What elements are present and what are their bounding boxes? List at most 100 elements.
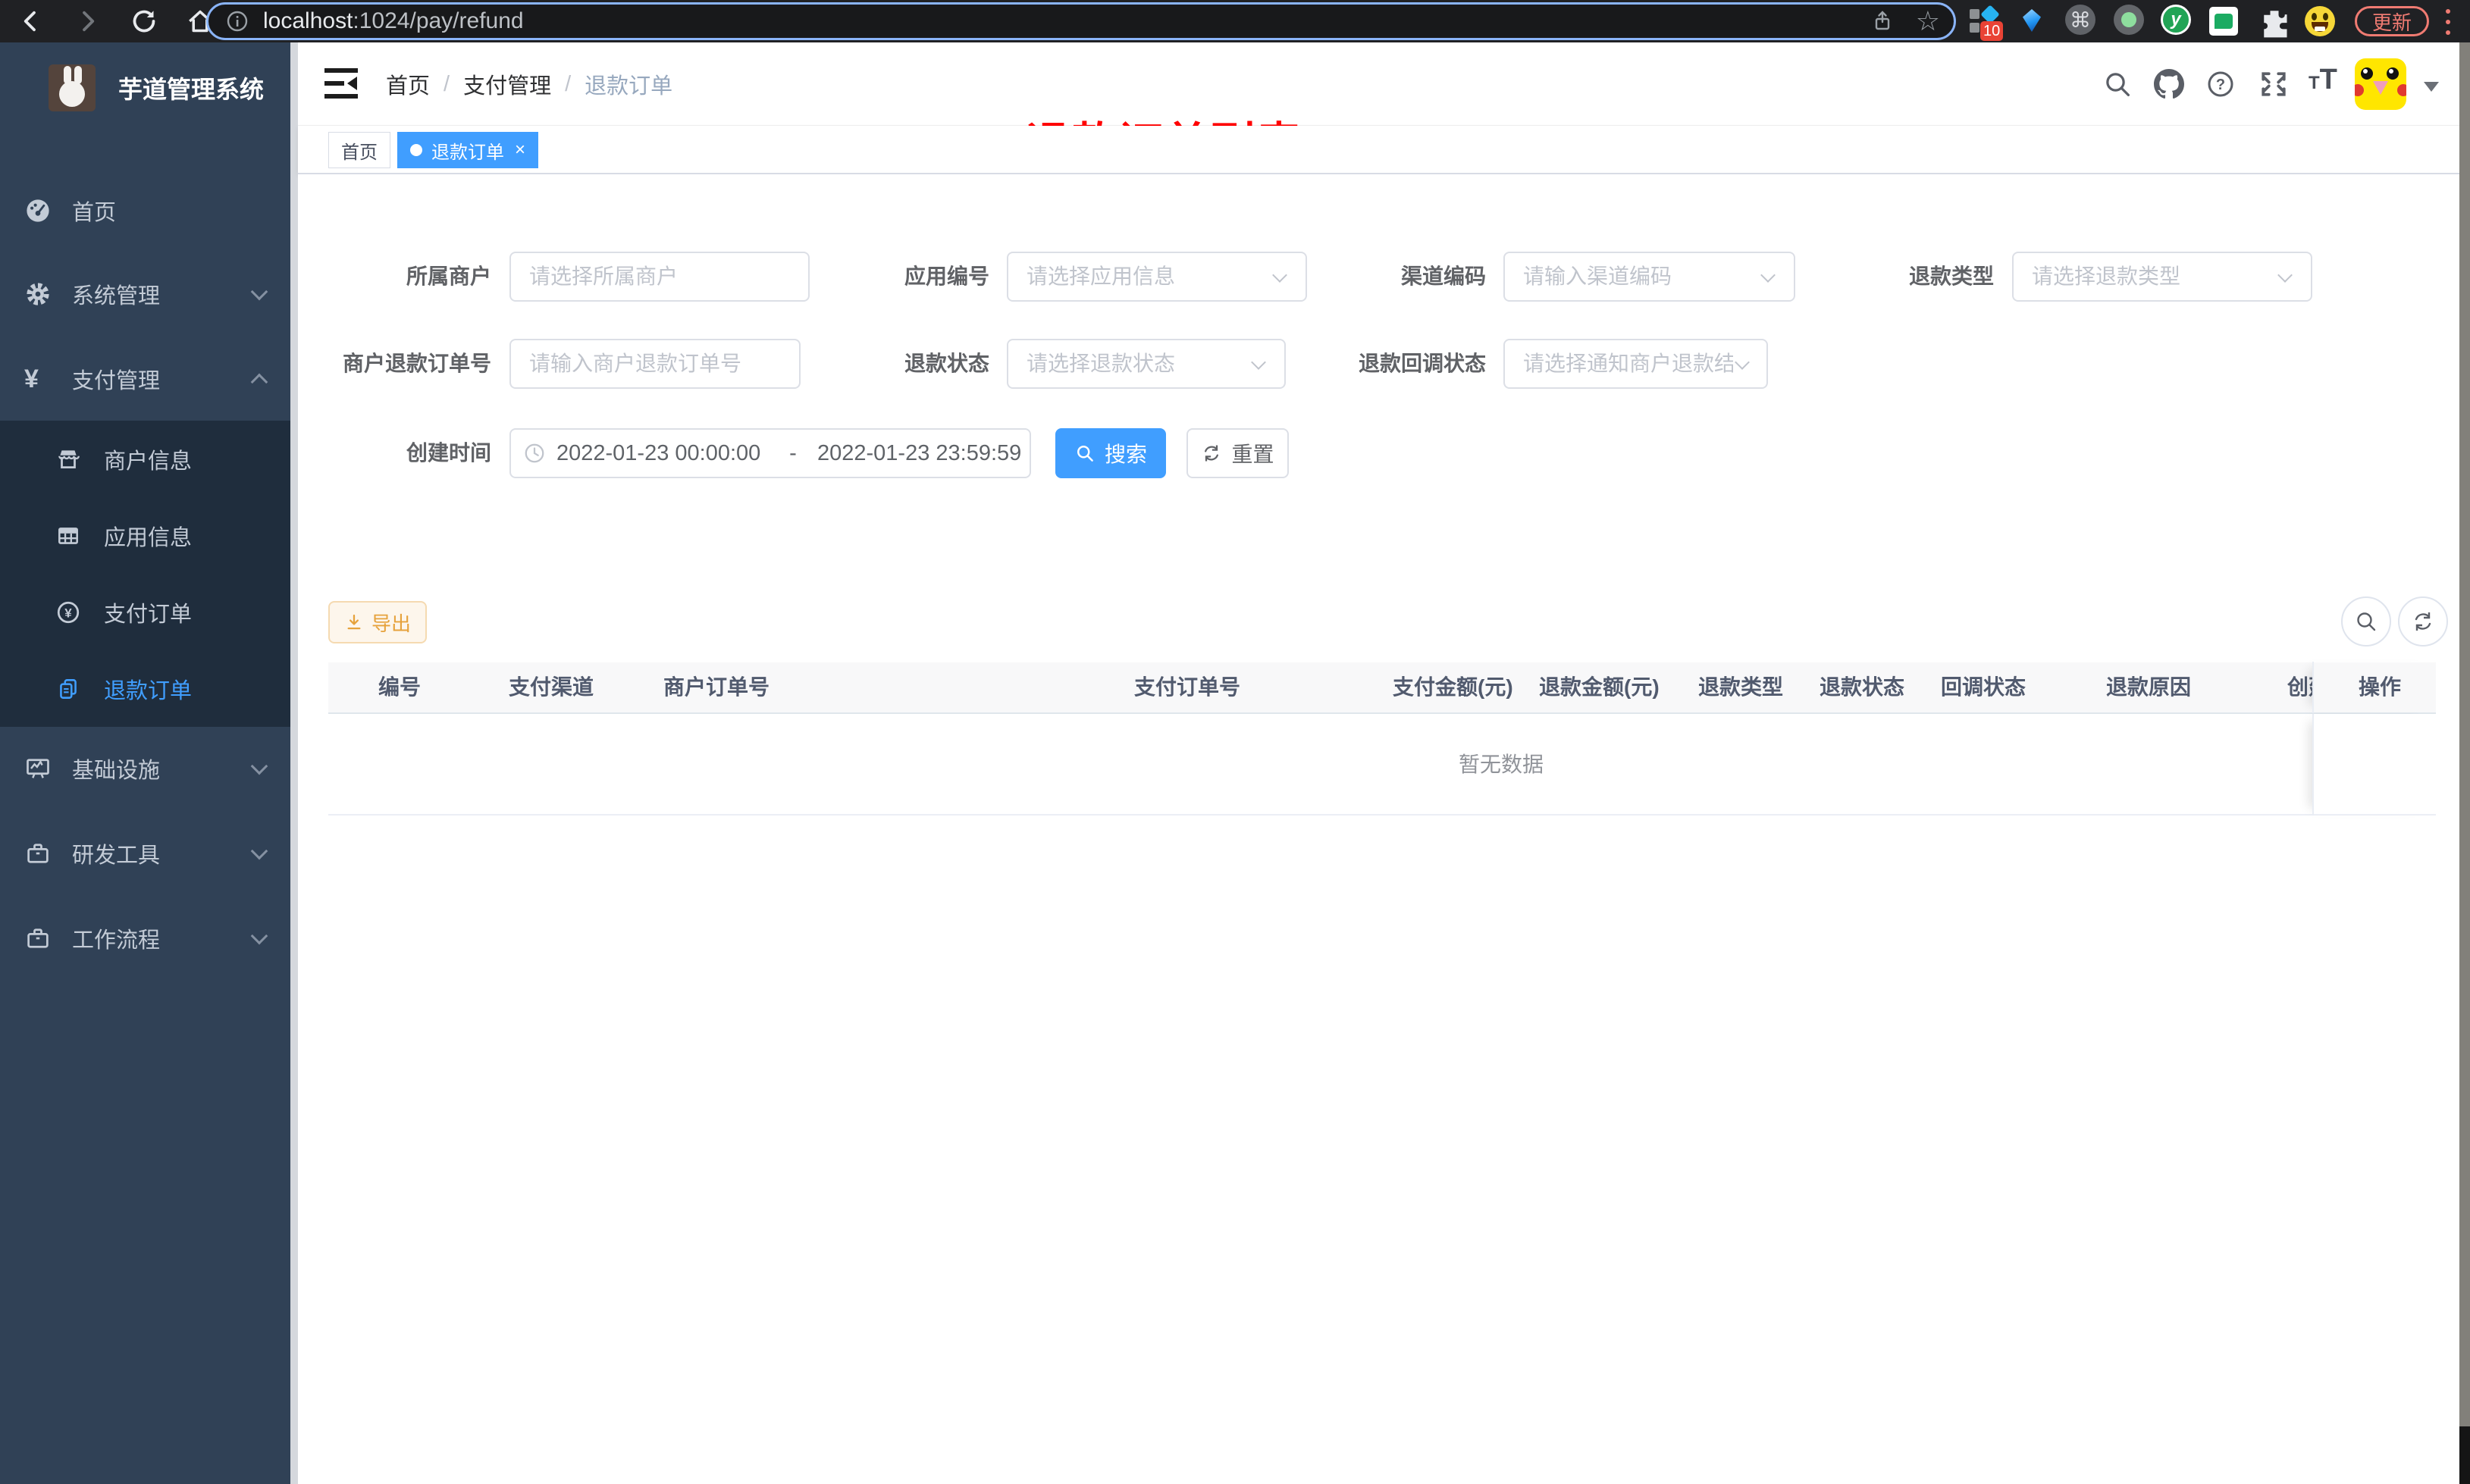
extension-gem-icon[interactable] — [2015, 5, 2048, 38]
svg-text:¥: ¥ — [64, 606, 72, 620]
fullscreen-icon[interactable] — [2258, 69, 2289, 99]
font-size-icon[interactable]: TT — [2309, 64, 2339, 95]
browser-update-button[interactable]: 更新 — [2355, 6, 2429, 36]
browser-menu-icon[interactable] — [2444, 9, 2452, 35]
merchant-select-input[interactable] — [509, 252, 810, 302]
extension-badge: 10 — [1980, 21, 2004, 41]
refresh-table-button[interactable] — [2398, 596, 2448, 647]
filter-label-refund-status: 退款状态 — [904, 352, 989, 375]
briefcase-icon — [24, 840, 52, 867]
search-icon[interactable] — [2102, 69, 2133, 99]
scrollbar-thumb[interactable] — [2459, 42, 2470, 1426]
share-icon[interactable] — [1870, 9, 1895, 33]
extension-y-icon[interactable]: y — [2161, 5, 2194, 38]
merchant-refund-no-input[interactable] — [509, 339, 801, 389]
sidebar-item-payment[interactable]: ¥ 支付管理 — [0, 337, 290, 421]
column-header-pay-amount: 支付金额(元) — [1393, 675, 1513, 699]
chevron-down-icon — [250, 927, 268, 945]
tab-refund-orders[interactable]: 退款订单 × — [397, 132, 539, 168]
extension-dot-icon[interactable] — [2114, 5, 2147, 38]
extension-command-icon[interactable]: ⌘ — [2065, 5, 2099, 38]
url-path: :1024/pay/refund — [353, 8, 524, 33]
close-tab-icon[interactable]: × — [515, 139, 525, 161]
sidebar-item-system[interactable]: 系统管理 — [0, 252, 290, 336]
sidebar: 芋道管理系统 首页 系统管理 ¥ 支付管理 商户信息 应用信息 ¥ 支付订单 退… — [0, 42, 298, 1484]
yen-circle-icon: ¥ — [55, 600, 81, 625]
address-bar[interactable]: localhost:1024/pay/refund ☆ — [206, 2, 1956, 40]
extension-grid-icon[interactable]: 10 — [1968, 5, 2004, 41]
tab-home[interactable]: 首页 — [328, 132, 390, 168]
callback-status-select[interactable] — [1503, 339, 1768, 389]
date-range-start[interactable]: 2022-01-23 00:00:00 — [556, 441, 779, 466]
tags-view-bar: 首页 退款订单 × — [298, 126, 2470, 174]
sidebar-item-dev-tools[interactable]: 研发工具 — [0, 812, 290, 895]
browser-forward-icon[interactable] — [73, 6, 103, 36]
svg-text:?: ? — [2216, 77, 2225, 93]
column-header-create-time: 创建时间 — [2287, 675, 2312, 699]
app-id-select[interactable] — [1007, 252, 1307, 302]
empty-state-text: 暂无数据 — [1458, 753, 1544, 776]
window-scrollbar[interactable] — [2459, 42, 2470, 1484]
date-range-end[interactable]: 2022-01-23 23:59:59 — [817, 441, 1040, 466]
bookmark-star-icon[interactable]: ☆ — [1916, 5, 1940, 38]
filter-label-app-id: 应用编号 — [904, 265, 989, 288]
sidebar-item-payment-orders[interactable]: ¥ 支付订单 — [0, 574, 290, 650]
browser-refresh-icon[interactable] — [129, 6, 159, 36]
yen-icon: ¥ — [24, 365, 39, 393]
url-text[interactable]: localhost:1024/pay/refund — [263, 8, 524, 34]
sidebar-scrollbar[interactable] — [290, 42, 298, 1484]
github-icon[interactable] — [2154, 69, 2184, 99]
sidebar-item-app-info[interactable]: 应用信息 — [0, 497, 290, 574]
filter-label-merchant: 所属商户 — [406, 265, 491, 288]
extensions-puzzle-icon[interactable] — [2258, 5, 2291, 38]
sidebar-item-label: 系统管理 — [72, 284, 161, 308]
filter-label-channel-code: 渠道编码 — [1400, 265, 1486, 288]
column-header-actions: 操作 — [2312, 662, 2436, 713]
tab-label: 首页 — [341, 142, 378, 163]
active-tab-dot — [410, 144, 422, 156]
store-icon — [55, 446, 81, 472]
sidebar-item-label: 基础设施 — [72, 759, 161, 783]
chevron-down-icon — [250, 757, 268, 775]
chevron-down-icon — [250, 842, 268, 860]
sidebar-item-workflow[interactable]: 工作流程 — [0, 897, 290, 980]
top-navbar: 首页 / 支付管理 / 退款订单 退款订单列表 ? TT — [298, 42, 2470, 168]
browser-back-icon[interactable] — [15, 6, 45, 36]
table-empty-row: 暂无数据 — [328, 714, 2436, 816]
sidebar-item-refund-orders[interactable]: 退款订单 — [0, 650, 290, 727]
column-header-pay-order-no: 支付订单号 — [1134, 675, 1241, 699]
channel-code-select[interactable] — [1503, 252, 1795, 302]
reset-button[interactable]: 重置 — [1186, 428, 1289, 478]
sidebar-item-label: 支付订单 — [104, 602, 193, 627]
url-host: localhost — [263, 8, 353, 33]
dashboard-icon — [24, 197, 52, 224]
sidebar-item-merchant-info[interactable]: 商户信息 — [0, 421, 290, 497]
export-button[interactable]: 导出 — [328, 601, 427, 643]
app-logo — [49, 64, 96, 111]
column-header-refund-reason: 退款原因 — [2106, 675, 2192, 699]
clock-icon — [523, 442, 546, 465]
toggle-search-button[interactable] — [2341, 596, 2391, 647]
refund-type-select[interactable] — [2012, 252, 2312, 302]
help-icon[interactable]: ? — [2205, 69, 2236, 99]
search-button[interactable]: 搜索 — [1055, 428, 1166, 478]
page-content: 所属商户 应用编号 渠道编码 退款类型 商户退款订单号 退款状态 退款回调状态 … — [298, 174, 2470, 1484]
date-range-picker[interactable]: 2022-01-23 00:00:00 - 2022-01-23 23:59:5… — [509, 428, 1031, 478]
sidebar-item-infrastructure[interactable]: 基础设施 — [0, 727, 290, 810]
extension-emoji-icon[interactable] — [2305, 6, 2338, 39]
column-header-refund-status: 退款状态 — [1820, 675, 1905, 699]
gear-icon — [24, 280, 52, 308]
avatar-dropdown-caret[interactable] — [2424, 82, 2439, 92]
extension-chat-icon[interactable] — [2209, 7, 2243, 40]
briefcase-icon — [24, 925, 52, 952]
site-info-icon[interactable] — [225, 9, 249, 33]
fixed-column-divider — [2312, 714, 2436, 816]
column-header-id: 编号 — [378, 675, 422, 699]
document-icon — [55, 676, 81, 702]
column-header-refund-amount: 退款金额(元) — [1539, 675, 1660, 699]
refund-table: 编号 支付渠道 商户订单号 支付订单号 支付金额(元) 退款金额(元) 退款类型… — [328, 662, 2436, 816]
app-logo-row[interactable]: 芋道管理系统 — [0, 42, 290, 133]
sidebar-item-home[interactable]: 首页 — [0, 169, 290, 252]
avatar[interactable] — [2355, 58, 2406, 110]
refund-status-select[interactable] — [1007, 339, 1286, 389]
